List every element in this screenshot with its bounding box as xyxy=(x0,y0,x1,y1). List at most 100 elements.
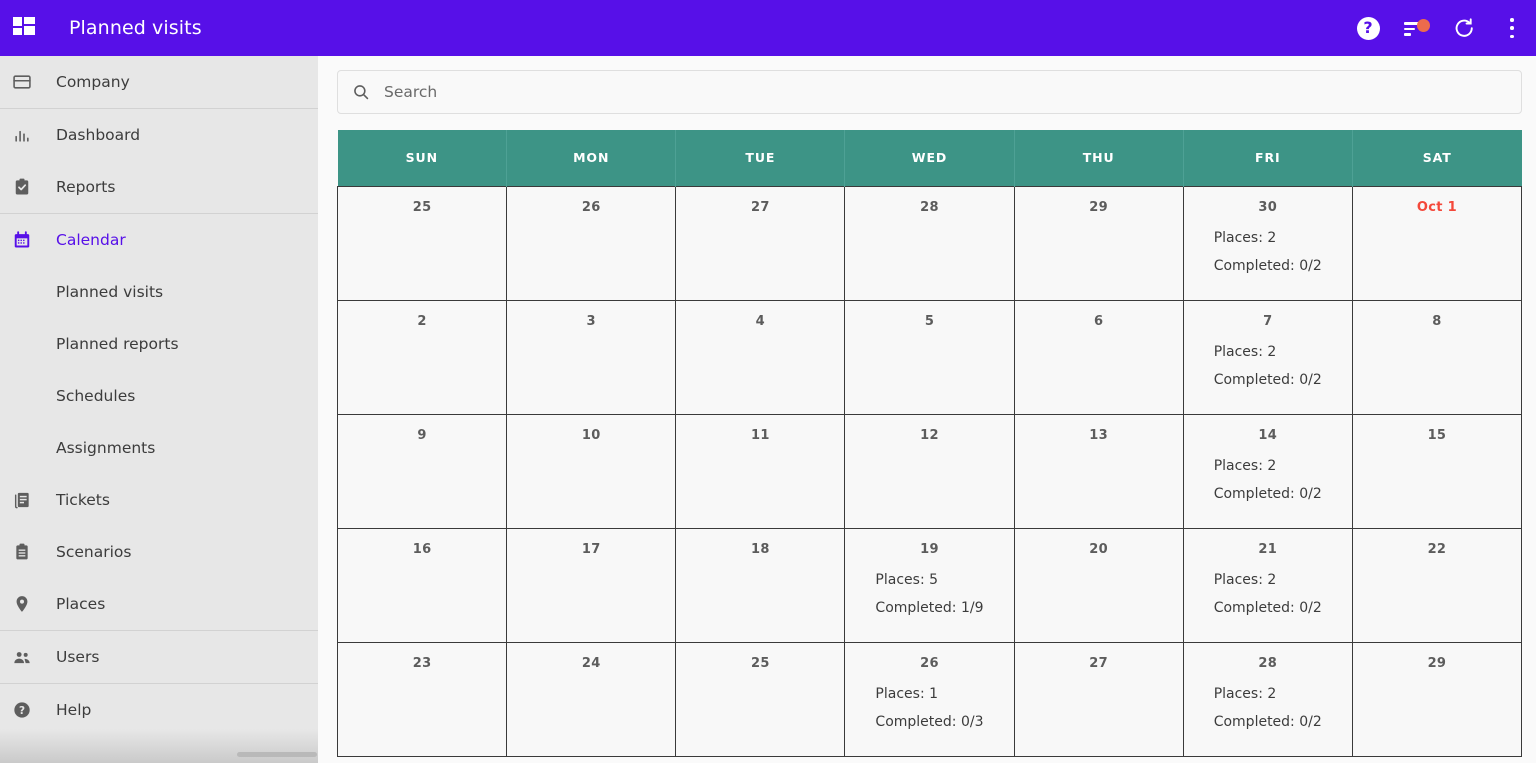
sidebar-scrollbar[interactable] xyxy=(237,752,317,757)
calendar-day-number: 6 xyxy=(1093,313,1104,329)
help-circle-icon: ? xyxy=(11,699,33,721)
calendar-day-cell[interactable]: 4 xyxy=(675,299,846,415)
sidebar-item-label: Calendar xyxy=(56,231,126,249)
calendar-day-number: 7 xyxy=(1263,313,1273,329)
calendar-day-cell[interactable]: 29 xyxy=(1351,641,1523,757)
calendar-event-summary: Places: 2 Completed: 0/2 xyxy=(1184,687,1352,729)
calendar-day-number: 26 xyxy=(581,199,601,215)
calendar-day-cell[interactable]: 25 xyxy=(675,641,846,757)
completed-count-label: Completed: 0/2 xyxy=(1213,599,1322,616)
calendar-day-cell[interactable]: 26 xyxy=(506,185,677,301)
calendar-grid: SUN MON TUE WED THU FRI SAT 25 26 27 28 29 30 Places… xyxy=(336,130,1523,757)
calendar-day-cell[interactable]: 16 xyxy=(336,527,508,643)
calendar-day-cell[interactable]: 24 xyxy=(506,641,677,757)
calendar-weekday-header: MON xyxy=(506,130,677,186)
calendar-day-cell[interactable]: 22 xyxy=(1351,527,1523,643)
calendar-day-cell[interactable]: 28 xyxy=(844,185,1015,301)
filter-icon xyxy=(1403,18,1430,38)
refresh-button[interactable] xyxy=(1451,15,1477,41)
more-vertical-icon xyxy=(1510,18,1514,38)
help-button[interactable]: ? xyxy=(1355,15,1381,41)
calendar-day-cell[interactable]: Oct 1 xyxy=(1351,185,1523,301)
calendar-day-cell[interactable]: 18 xyxy=(675,527,846,643)
calendar-event-summary: Places: 2 Completed: 0/2 xyxy=(1184,231,1352,273)
calendar-day-cell[interactable]: 15 xyxy=(1351,413,1523,529)
sidebar-item-label: Users xyxy=(56,648,100,666)
calendar-day-cell[interactable]: 30 Places: 2 Completed: 0/2 xyxy=(1182,185,1353,301)
calendar-day-cell[interactable]: 7 Places: 2 Completed: 0/2 xyxy=(1182,299,1353,415)
calendar-day-cell[interactable]: 2 xyxy=(336,299,508,415)
calendar-day-number: 18 xyxy=(751,541,770,557)
sidebar-item-planned-visits[interactable]: Planned visits xyxy=(0,266,318,318)
calendar-event-summary: Places: 1 Completed: 0/3 xyxy=(845,687,1013,729)
sidebar-item-company[interactable]: Company xyxy=(0,56,318,108)
calendar-day-number: 11 xyxy=(751,427,770,443)
calendar-day-cell[interactable]: 26 Places: 1 Completed: 0/3 xyxy=(844,641,1015,757)
calendar-weekday-header: THU xyxy=(1014,130,1184,186)
top-app-bar: Planned visits ? xyxy=(0,0,1536,56)
calendar-day-cell[interactable]: 14 Places: 2 Completed: 0/2 xyxy=(1182,413,1353,529)
calendar-day-number: 15 xyxy=(1427,427,1447,443)
calendar-body: 25 26 27 28 29 30 Places: 2 Completed: 0/2 Oct 1… xyxy=(336,185,1523,757)
calendar-day-cell[interactable]: 29 xyxy=(1013,185,1184,301)
calendar-day-cell[interactable]: 28 Places: 2 Completed: 0/2 xyxy=(1182,641,1353,757)
calendar-day-number: 22 xyxy=(1427,541,1447,557)
sidebar-item-dashboard[interactable]: Dashboard xyxy=(0,109,318,161)
completed-count-label: Completed: 0/2 xyxy=(1213,371,1322,388)
calendar-day-number: 10 xyxy=(581,427,601,443)
calendar-day-cell[interactable]: 27 xyxy=(1013,641,1184,757)
search-icon xyxy=(354,85,369,100)
sidebar-item-label: Reports xyxy=(56,178,116,196)
map-pin-icon xyxy=(11,593,33,615)
places-count-label: Places: 1 xyxy=(875,685,939,702)
sidebar-nav-list: Company Dashboard Reports Calendar Planned v… xyxy=(0,56,318,736)
calendar-day-number: 29 xyxy=(1089,199,1108,215)
grid-apps-icon[interactable] xyxy=(13,17,35,39)
calendar-day-cell[interactable]: 5 xyxy=(844,299,1015,415)
app-root: Planned visits ? Company Dashboard Repor… xyxy=(0,0,1536,763)
completed-count-label: Completed: 0/3 xyxy=(875,713,984,730)
sidebar-item-planned-reports[interactable]: Planned reports xyxy=(0,318,318,370)
sidebar-item-places[interactable]: Places xyxy=(0,578,318,630)
calendar-day-cell[interactable]: 19 Places: 5 Completed: 1/9 xyxy=(844,527,1015,643)
calendar-header-row: SUN MON TUE WED THU FRI SAT xyxy=(337,130,1522,186)
sidebar-item-assignments[interactable]: Assignments xyxy=(0,422,318,474)
sidebar-item-tickets[interactable]: Tickets xyxy=(0,474,318,526)
calendar-event-summary: Places: 2 Completed: 0/2 xyxy=(1184,345,1352,387)
calendar-day-cell[interactable]: 11 xyxy=(675,413,846,529)
calendar-day-cell[interactable]: 17 xyxy=(506,527,677,643)
sidebar-item-reports[interactable]: Reports xyxy=(0,161,318,213)
calendar-day-number: 5 xyxy=(924,313,935,329)
search-input[interactable] xyxy=(384,83,1521,101)
calendar-day-cell[interactable]: 3 xyxy=(506,299,677,415)
search-bar[interactable] xyxy=(337,70,1522,114)
calendar-day-cell[interactable]: 13 xyxy=(1013,413,1184,529)
places-count-label: Places: 2 xyxy=(1213,457,1277,474)
more-options-button[interactable] xyxy=(1499,15,1525,41)
sidebar: Company Dashboard Reports Calendar Planned v… xyxy=(0,56,318,763)
sidebar-item-calendar[interactable]: Calendar xyxy=(0,214,318,266)
sidebar-item-schedules[interactable]: Schedules xyxy=(0,370,318,422)
calendar-day-cell[interactable]: 21 Places: 2 Completed: 0/2 xyxy=(1182,527,1353,643)
calendar-day-number: 28 xyxy=(1258,655,1278,671)
calendar-day-cell[interactable]: 20 xyxy=(1013,527,1184,643)
calendar-day-cell[interactable]: 9 xyxy=(336,413,508,529)
refresh-icon xyxy=(1455,18,1473,37)
calendar-day-cell[interactable]: 23 xyxy=(336,641,508,757)
sidebar-item-help[interactable]: ? Help xyxy=(0,684,318,736)
calendar-weekday-header: TUE xyxy=(675,130,846,186)
calendar-day-number: 17 xyxy=(581,541,601,557)
calendar-day-cell[interactable]: 8 xyxy=(1351,299,1523,415)
calendar-day-cell[interactable]: 6 xyxy=(1013,299,1184,415)
sidebar-item-label: Tickets xyxy=(56,491,110,509)
calendar-day-cell[interactable]: 27 xyxy=(675,185,846,301)
calendar-day-cell[interactable]: 12 xyxy=(844,413,1015,529)
filter-button[interactable] xyxy=(1403,15,1430,41)
sidebar-item-users[interactable]: Users xyxy=(0,631,318,683)
sidebar-item-scenarios[interactable]: Scenarios xyxy=(0,526,318,578)
sidebar-item-label: Schedules xyxy=(56,387,136,405)
calendar-day-cell[interactable]: 25 xyxy=(336,185,508,301)
calendar-day-cell[interactable]: 10 xyxy=(506,413,677,529)
people-icon xyxy=(11,646,33,668)
sidebar-item-label: Help xyxy=(56,701,92,719)
